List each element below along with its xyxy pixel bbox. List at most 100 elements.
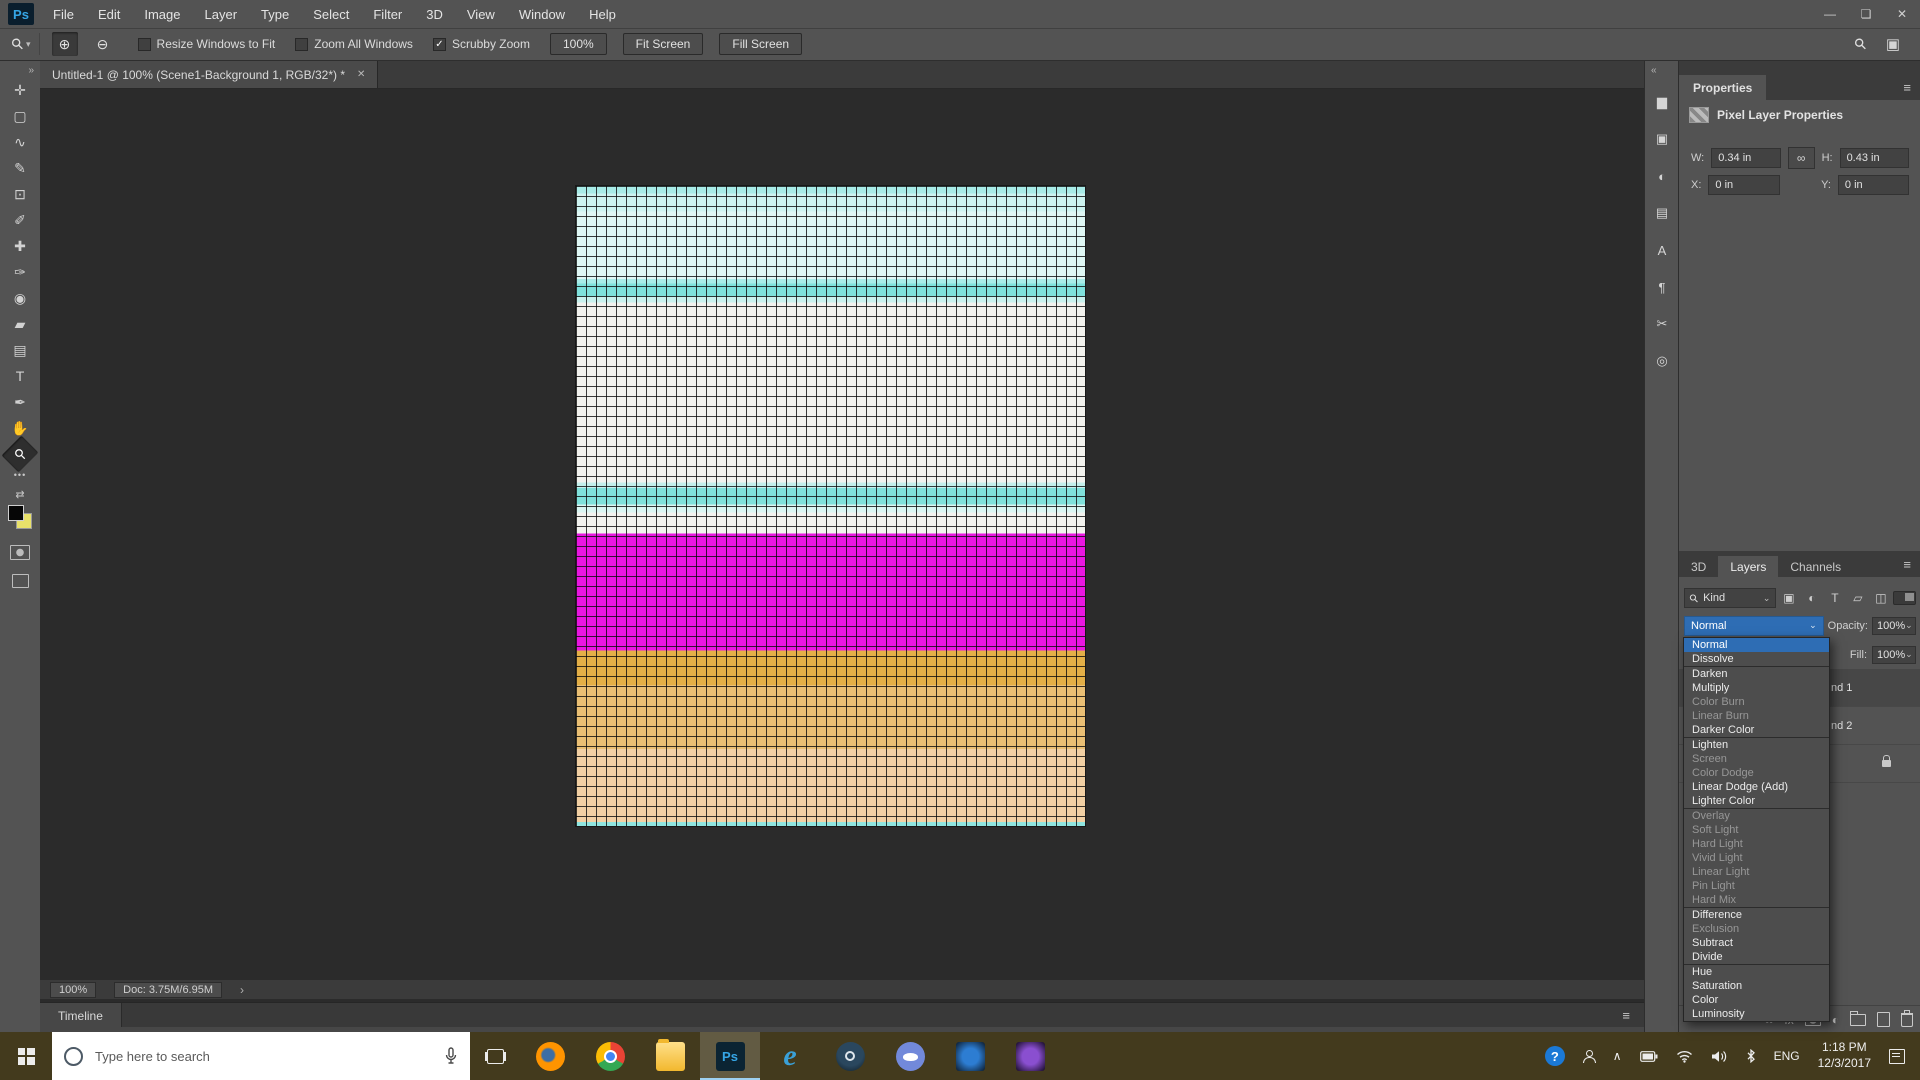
blend-mode-lighten[interactable]: Lighten <box>1684 738 1829 752</box>
layers-menu-icon[interactable]: ≡ <box>1903 557 1920 577</box>
document-tab[interactable]: Untitled-1 @ 100% (Scene1-Background 1, … <box>40 61 378 88</box>
blend-mode-darker-color[interactable]: Darker Color <box>1684 723 1829 737</box>
menu-filter[interactable]: Filter <box>366 5 409 24</box>
fit-screen-button[interactable]: Fit Screen <box>623 33 704 55</box>
width-field[interactable]: 0.34 in <box>1711 148 1780 168</box>
show-hidden-icons-button[interactable]: ∧ <box>1604 1032 1631 1080</box>
tab-properties[interactable]: Properties <box>1679 75 1766 100</box>
minimize-button[interactable]: — <box>1812 0 1848 28</box>
menu-image[interactable]: Image <box>137 5 187 24</box>
opacity-field[interactable]: 100% ⌄ <box>1872 617 1916 635</box>
document-canvas-image[interactable] <box>576 186 1085 826</box>
smart-object-filter-icon[interactable]: ◫ <box>1871 589 1890 607</box>
rectangular-marquee-tool[interactable]: ▢ <box>6 104 34 128</box>
checkbox-box[interactable]: ✓ <box>433 38 446 51</box>
menu-file[interactable]: File <box>46 5 81 24</box>
paragraph-panel-icon[interactable]: ¶ <box>1651 277 1673 297</box>
x-field[interactable]: 0 in <box>1708 175 1779 195</box>
zoom-tool[interactable]: ⚲ <box>2 436 39 473</box>
screen-mode-icon[interactable] <box>12 574 29 588</box>
help-tip-button[interactable]: ? <box>1536 1032 1574 1080</box>
action-center-button[interactable] <box>1880 1032 1914 1080</box>
adjustments-panel-icon[interactable]: ◐ <box>1651 166 1673 186</box>
pen-tool[interactable]: ✒ <box>6 390 34 414</box>
edit-toolbar-icon[interactable]: ••• <box>14 470 26 480</box>
crop-tool[interactable]: ⊡ <box>6 182 34 206</box>
tab-layers[interactable]: Layers <box>1718 556 1778 577</box>
character-panel-icon[interactable]: A <box>1651 240 1673 260</box>
blend-mode-subtract[interactable]: Subtract <box>1684 936 1829 950</box>
blend-mode-dissolve[interactable]: Dissolve <box>1684 652 1829 666</box>
task-view-button[interactable] <box>470 1032 520 1080</box>
blend-mode-normal[interactable]: Normal <box>1684 638 1829 652</box>
fill-screen-button[interactable]: Fill Screen <box>719 33 802 55</box>
quick-mask-icon[interactable] <box>10 545 30 560</box>
quick-selection-tool[interactable]: ✎ <box>6 156 34 180</box>
people-button[interactable] <box>1574 1032 1604 1080</box>
scissors-panel-icon[interactable]: ✂ <box>1651 314 1673 334</box>
taskbar-search[interactable]: Type here to search <box>52 1032 470 1080</box>
workspace-icon[interactable]: ▣ <box>1886 35 1900 53</box>
menu-3d[interactable]: 3D <box>419 5 450 24</box>
pixel-filter-icon[interactable]: ▣ <box>1779 589 1798 607</box>
clone-source-panel-icon[interactable]: ◎ <box>1651 351 1673 371</box>
adjustment-filter-icon[interactable]: ◐ <box>1802 589 1821 607</box>
height-field[interactable]: 0.43 in <box>1840 148 1909 168</box>
gradient-tool[interactable]: ▤ <box>6 338 34 362</box>
blend-mode-darken[interactable]: Darken <box>1684 667 1829 681</box>
game1-icon[interactable] <box>940 1032 1000 1080</box>
navigator-panel-icon[interactable]: ▣ <box>1651 129 1673 149</box>
checkbox-resize-windows-to-fit[interactable]: Resize Windows to Fit <box>138 37 276 51</box>
fill-field[interactable]: 100% ⌄ <box>1872 646 1916 664</box>
game2-icon[interactable] <box>1000 1032 1060 1080</box>
volume-button[interactable] <box>1702 1032 1737 1080</box>
clock-button[interactable]: 1:18 PM 12/3/2017 <box>1809 1032 1880 1080</box>
restore-button[interactable]: ❏ <box>1848 0 1884 28</box>
tab-channels[interactable]: Channels <box>1778 556 1853 577</box>
menu-help[interactable]: Help <box>582 5 623 24</box>
timeline-tab[interactable]: Timeline <box>40 1003 122 1028</box>
delete-layer-icon[interactable] <box>1901 1013 1913 1027</box>
blend-mode-lighter-color[interactable]: Lighter Color <box>1684 794 1829 808</box>
bluetooth-button[interactable] <box>1737 1032 1765 1080</box>
100-button[interactable]: 100% <box>550 33 607 55</box>
adjustment-layer-icon[interactable]: ◐ <box>1832 1013 1839 1027</box>
histogram-panel-icon[interactable]: ▆ <box>1651 92 1673 112</box>
blend-mode-linear-dodge-add[interactable]: Linear Dodge (Add) <box>1684 780 1829 794</box>
properties-menu-icon[interactable]: ≡ <box>1903 80 1920 100</box>
brush-tool[interactable]: ✑ <box>6 260 34 284</box>
blend-mode-saturation[interactable]: Saturation <box>1684 979 1829 993</box>
discord-icon[interactable] <box>880 1032 940 1080</box>
document-close-icon[interactable]: ✕ <box>357 69 365 80</box>
checkbox-box[interactable] <box>295 38 308 51</box>
blend-mode-difference[interactable]: Difference <box>1684 908 1829 922</box>
lasso-tool[interactable]: ∿ <box>6 130 34 154</box>
kind-filter-select[interactable]: ⚲ Kind ⌄ <box>1684 588 1776 608</box>
timeline-menu-icon[interactable]: ≡ <box>1622 1008 1644 1023</box>
spot-healing-brush-tool[interactable]: ✚ <box>6 234 34 258</box>
blend-mode-multiply[interactable]: Multiply <box>1684 681 1829 695</box>
blend-mode-select[interactable]: Normal ⌄ <box>1684 616 1824 636</box>
eraser-tool[interactable]: ▰ <box>6 312 34 336</box>
zoom-in-button[interactable]: ⊕ <box>52 32 78 56</box>
menu-view[interactable]: View <box>460 5 502 24</box>
color-swatches[interactable] <box>8 505 32 529</box>
microphone-icon[interactable] <box>444 1047 458 1065</box>
blend-mode-hue[interactable]: Hue <box>1684 965 1829 979</box>
chrome-icon[interactable] <box>580 1032 640 1080</box>
network-button[interactable] <box>1667 1032 1702 1080</box>
close-button[interactable]: ✕ <box>1884 0 1920 28</box>
eyedropper-tool[interactable]: ✐ <box>6 208 34 232</box>
edge-icon[interactable]: e <box>760 1032 820 1080</box>
move-tool[interactable]: ✛ <box>6 78 34 102</box>
checkbox-scrubby-zoom[interactable]: ✓Scrubby Zoom <box>433 37 530 51</box>
zoom-tool-preset[interactable]: ⚲ ▾ <box>8 33 40 55</box>
menu-type[interactable]: Type <box>254 5 296 24</box>
type-tool[interactable]: T <box>6 364 34 388</box>
file-explorer-icon[interactable] <box>640 1032 700 1080</box>
new-layer-icon[interactable] <box>1877 1012 1890 1027</box>
foreground-color-swatch[interactable] <box>8 505 24 521</box>
libraries-panel-icon[interactable]: ▤ <box>1651 203 1673 223</box>
photoshop-icon[interactable]: Ps <box>700 1032 760 1080</box>
constrain-proportions-icon[interactable]: ∞ <box>1788 147 1815 169</box>
